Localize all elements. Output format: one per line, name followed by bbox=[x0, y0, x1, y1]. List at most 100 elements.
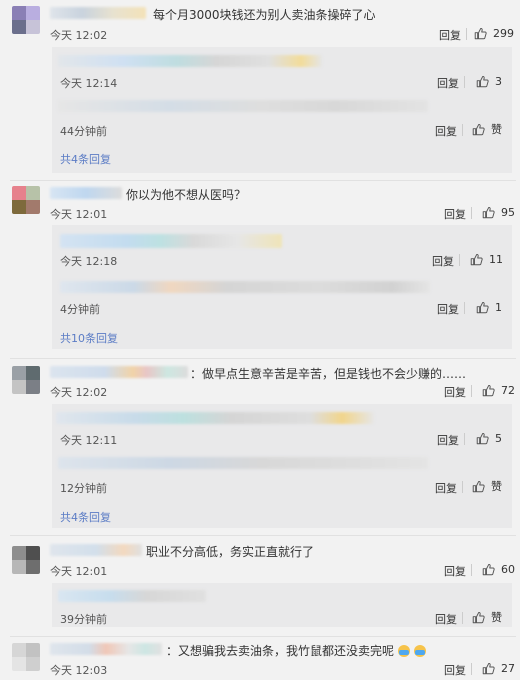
like-count: 赞 bbox=[491, 611, 502, 624]
comment-text: 每个月3000块钱还为别人卖油条操碎了心 bbox=[153, 8, 376, 22]
comment-time: 今天 12:02 bbox=[50, 386, 108, 399]
like-count: 27 bbox=[501, 661, 515, 675]
reply-time: 4分钟前 bbox=[60, 303, 100, 316]
like-count: 赞 bbox=[491, 123, 502, 136]
like-button[interactable]: 11 bbox=[470, 252, 503, 266]
like-count: 95 bbox=[501, 205, 515, 219]
reply-time: 39分钟前 bbox=[60, 613, 107, 626]
thumbs-up-icon bbox=[476, 301, 489, 314]
thumbs-up-icon bbox=[474, 27, 487, 40]
view-more-replies-link[interactable]: 共4条回复 bbox=[60, 151, 111, 167]
like-count: 5 bbox=[495, 431, 502, 445]
reply-time: 今天 12:14 bbox=[60, 77, 118, 90]
thumbs-up-icon bbox=[472, 123, 485, 136]
divider bbox=[466, 28, 467, 40]
like-button[interactable]: 5 bbox=[476, 431, 502, 445]
reply-button[interactable]: 回复 bbox=[432, 253, 454, 269]
like-button[interactable]: 1 bbox=[476, 300, 502, 314]
like-button[interactable]: 299 bbox=[474, 26, 514, 40]
divider bbox=[462, 612, 463, 624]
reply-button[interactable]: 回复 bbox=[435, 480, 457, 496]
divider bbox=[464, 302, 465, 314]
divider bbox=[10, 636, 516, 637]
thumbs-up-icon bbox=[482, 563, 495, 576]
comment-time: 今天 12:01 bbox=[50, 208, 108, 221]
username-redacted[interactable] bbox=[50, 187, 122, 199]
like-button[interactable]: 赞 bbox=[472, 122, 502, 136]
thumbs-up-icon bbox=[472, 611, 485, 624]
reply-button[interactable]: 回复 bbox=[437, 432, 459, 448]
like-count: 3 bbox=[495, 74, 502, 88]
comment-time: 今天 12:03 bbox=[50, 664, 108, 677]
username-redacted[interactable] bbox=[50, 366, 188, 378]
avatar[interactable] bbox=[12, 6, 40, 34]
divider bbox=[464, 433, 465, 445]
username-redacted[interactable] bbox=[50, 7, 146, 19]
crying-emoji-icon bbox=[397, 645, 410, 657]
divider bbox=[462, 481, 463, 493]
like-count: 72 bbox=[501, 383, 515, 397]
avatar[interactable] bbox=[12, 186, 40, 214]
thumbs-up-icon bbox=[482, 384, 495, 397]
divider bbox=[462, 124, 463, 136]
reply-time: 今天 12:11 bbox=[60, 434, 118, 447]
avatar[interactable] bbox=[12, 643, 40, 671]
comment-time: 今天 12:02 bbox=[50, 29, 108, 42]
like-button[interactable]: 27 bbox=[482, 661, 515, 675]
reply-time: 44分钟前 bbox=[60, 125, 107, 138]
divider bbox=[471, 207, 472, 219]
like-button[interactable]: 72 bbox=[482, 383, 515, 397]
view-more-replies-link[interactable]: 共10条回复 bbox=[60, 330, 118, 346]
reply-time: 今天 12:18 bbox=[60, 255, 118, 268]
divider bbox=[10, 358, 516, 359]
reply-text-redacted bbox=[56, 412, 374, 424]
reply-time: 12分钟前 bbox=[60, 482, 107, 495]
view-more-replies-link[interactable]: 共4条回复 bbox=[60, 509, 111, 525]
divider bbox=[471, 564, 472, 576]
like-count: 60 bbox=[501, 562, 515, 576]
reply-button[interactable]: 回复 bbox=[435, 611, 457, 627]
reply-text-redacted bbox=[60, 234, 282, 248]
like-count: 299 bbox=[493, 26, 514, 40]
reply-button[interactable]: 回复 bbox=[437, 301, 459, 317]
divider bbox=[10, 180, 516, 181]
like-button[interactable]: 60 bbox=[482, 562, 515, 576]
like-button[interactable]: 赞 bbox=[472, 479, 502, 493]
comment-text: 职业不分高低，务实正直就行了 bbox=[146, 545, 315, 559]
divider bbox=[459, 254, 460, 266]
like-button[interactable]: 赞 bbox=[472, 610, 502, 624]
divider bbox=[464, 76, 465, 88]
reply-button[interactable]: 回复 bbox=[444, 384, 466, 400]
thumbs-up-icon bbox=[472, 480, 485, 493]
thumbs-up-icon bbox=[482, 662, 495, 675]
username-redacted[interactable] bbox=[50, 643, 162, 655]
thumbs-up-icon bbox=[482, 206, 495, 219]
reply-button[interactable]: 回复 bbox=[444, 206, 466, 222]
like-button[interactable]: 95 bbox=[482, 205, 515, 219]
comment-text-content: ：又想骗我去卖油条，我竹鼠都还没卖完呢 bbox=[166, 644, 395, 658]
reply-button[interactable]: 回复 bbox=[444, 563, 466, 579]
like-count: 赞 bbox=[491, 480, 502, 493]
comment-text: 你以为他不想从医吗？ bbox=[126, 188, 247, 202]
reply-text-redacted bbox=[58, 457, 428, 469]
reply-button[interactable]: 回复 bbox=[437, 75, 459, 91]
reply-text-redacted bbox=[58, 100, 428, 112]
divider bbox=[10, 535, 516, 536]
avatar[interactable] bbox=[12, 366, 40, 394]
reply-text-redacted bbox=[60, 281, 430, 293]
reply-button[interactable]: 回复 bbox=[444, 662, 466, 678]
reply-button[interactable]: 回复 bbox=[439, 27, 461, 43]
like-button[interactable]: 3 bbox=[476, 74, 502, 88]
comment-text: ：做早点生意辛苦是辛苦，但是钱也不会少赚的…… bbox=[190, 367, 467, 381]
divider bbox=[471, 385, 472, 397]
comment-text: ：又想骗我去卖油条，我竹鼠都还没卖完呢 bbox=[166, 642, 426, 659]
reply-text-redacted bbox=[58, 55, 322, 67]
thumbs-up-icon bbox=[470, 253, 483, 266]
username-redacted[interactable] bbox=[50, 544, 142, 556]
like-count: 1 bbox=[495, 300, 502, 314]
avatar[interactable] bbox=[12, 546, 40, 574]
thumbs-up-icon bbox=[476, 432, 489, 445]
reply-button[interactable]: 回复 bbox=[435, 123, 457, 139]
thumbs-up-icon bbox=[476, 75, 489, 88]
reply-text-redacted bbox=[58, 590, 206, 602]
